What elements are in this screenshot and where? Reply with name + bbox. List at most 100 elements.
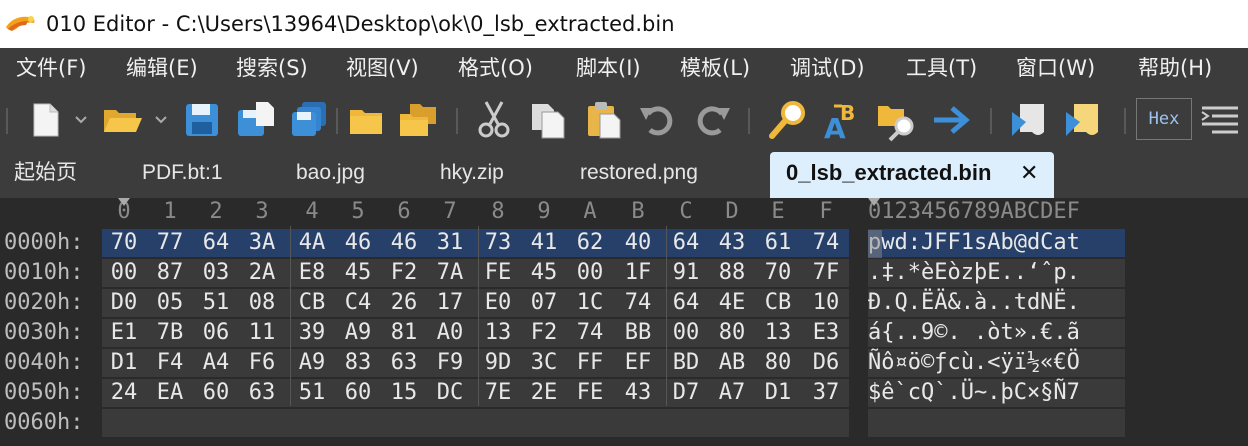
menu-debug[interactable]: 调试(D) — [790, 48, 865, 88]
hex-byte-cell[interactable]: A9 — [292, 348, 332, 378]
hex-byte-cell[interactable]: 60 — [196, 378, 236, 408]
hex-byte-cell[interactable]: 74 — [618, 288, 658, 318]
menu-window[interactable]: 窗口(W) — [1016, 48, 1095, 88]
hex-mode-icon[interactable]: Hex — [1136, 98, 1194, 142]
hex-byte-cell[interactable]: 63 — [384, 348, 424, 378]
hex-byte-cell[interactable]: F2 — [524, 318, 564, 348]
open-folder-icon[interactable] — [344, 98, 388, 142]
hex-byte-cell[interactable]: 51 — [196, 288, 236, 318]
hex-byte-cell[interactable]: 00 — [666, 318, 706, 348]
menu-tools[interactable]: 工具(T) — [906, 48, 977, 88]
hex-byte-cell[interactable]: 83 — [338, 348, 378, 378]
hex-byte-cell[interactable]: E3 — [806, 318, 846, 348]
menu-script[interactable]: 脚本(I) — [576, 48, 641, 88]
hex-byte-cell[interactable]: 13 — [478, 318, 518, 348]
goto-icon[interactable] — [928, 98, 972, 142]
hex-byte-cell[interactable]: FF — [570, 348, 610, 378]
paste-icon[interactable] — [582, 98, 626, 142]
hex-byte-cell[interactable]: 80 — [758, 348, 798, 378]
row-text[interactable]: Ð.Q.ËÄ&.à..tdNË. — [868, 288, 1080, 318]
hex-byte-cell[interactable]: 9D — [478, 348, 518, 378]
hex-byte-cell[interactable]: 45 — [338, 258, 378, 288]
hex-byte-cell[interactable]: 4E — [712, 288, 752, 318]
tab-restored-png[interactable]: restored.png — [580, 152, 698, 198]
save-icon[interactable] — [180, 98, 224, 142]
text-mode-icon[interactable] — [1198, 98, 1242, 142]
hex-byte-cell[interactable]: 08 — [242, 288, 282, 318]
menu-format[interactable]: 格式(O) — [458, 48, 533, 88]
hex-byte-cell[interactable]: 39 — [292, 318, 332, 348]
hex-byte-cell[interactable]: 4A — [292, 228, 332, 258]
hex-byte-cell[interactable]: 40 — [618, 228, 658, 258]
find-icon[interactable] — [766, 98, 810, 142]
hex-byte-cell[interactable]: FE — [570, 378, 610, 408]
hex-byte-cell[interactable]: A4 — [196, 348, 236, 378]
hex-byte-cell[interactable]: AB — [712, 348, 752, 378]
hex-byte-cell[interactable]: BB — [618, 318, 658, 348]
open-workspace-icon[interactable] — [396, 98, 440, 142]
hex-byte-cell[interactable]: 74 — [570, 318, 610, 348]
close-icon[interactable]: ✕ — [1020, 152, 1038, 196]
hex-byte-cell[interactable]: D1 — [758, 378, 798, 408]
hex-editor[interactable]: 0 1 2 3 4 5 6 7 8 9 A B C D E F 0123456789ABCDEF 0000h: 70… — [0, 198, 1248, 446]
hex-byte-cell[interactable]: 91 — [666, 258, 706, 288]
hex-byte-cell[interactable]: 61 — [758, 228, 798, 258]
hex-byte-cell[interactable]: 17 — [430, 288, 470, 318]
hex-byte-cell[interactable]: 77 — [150, 228, 190, 258]
hex-byte-cell[interactable]: 31 — [430, 228, 470, 258]
hex-byte-cell[interactable]: 62 — [570, 228, 610, 258]
hex-byte-cell[interactable]: FE — [478, 258, 518, 288]
hex-byte-cell[interactable]: 26 — [384, 288, 424, 318]
hex-byte-cell[interactable]: 03 — [196, 258, 236, 288]
tab-bao-jpg[interactable]: bao.jpg — [296, 152, 365, 198]
menu-help[interactable]: 帮助(H) — [1138, 48, 1212, 88]
hex-byte-cell[interactable]: 88 — [712, 258, 752, 288]
hex-byte-cell[interactable]: 43 — [618, 378, 658, 408]
hex-byte-cell[interactable]: A0 — [430, 318, 470, 348]
hex-byte-cell[interactable]: 13 — [758, 318, 798, 348]
hex-byte-cell[interactable]: 3C — [524, 348, 564, 378]
hex-byte-cell[interactable]: A9 — [338, 318, 378, 348]
replace-icon[interactable]: AB — [820, 98, 864, 145]
hex-byte-cell[interactable]: D0 — [104, 288, 144, 318]
hex-byte-cell[interactable]: 00 — [570, 258, 610, 288]
open-file-icon[interactable] — [100, 98, 144, 142]
cut-icon[interactable] — [472, 98, 516, 142]
hex-byte-cell[interactable]: CB — [292, 288, 332, 318]
tab-start-page[interactable]: 起始页 — [14, 152, 77, 198]
save-as-icon[interactable] — [234, 98, 278, 142]
hex-byte-cell[interactable]: 80 — [712, 318, 752, 348]
hex-byte-cell[interactable]: 41 — [524, 228, 564, 258]
hex-byte-cell[interactable]: F6 — [242, 348, 282, 378]
row-text[interactable]: á{..9©. .òt».€.ã — [868, 318, 1080, 348]
hex-byte-cell[interactable]: 11 — [242, 318, 282, 348]
tab-pdf-bt[interactable]: PDF.bt:1 — [142, 152, 223, 198]
hex-byte-cell[interactable]: 3A — [242, 228, 282, 258]
hex-byte-cell[interactable]: F2 — [384, 258, 424, 288]
hex-byte-cell[interactable]: 06 — [196, 318, 236, 348]
hex-byte-cell[interactable]: 7A — [430, 258, 470, 288]
menu-view[interactable]: 视图(V) — [346, 48, 419, 88]
row-text[interactable]: $ê`cQ`.Ü~.þC×§Ñ7 — [868, 378, 1080, 408]
new-file-icon[interactable] — [24, 98, 68, 142]
menu-edit[interactable]: 编辑(E) — [126, 48, 198, 88]
tab-active-file[interactable]: 0_lsb_extracted.bin ✕ — [770, 152, 1054, 198]
row-text[interactable]: .‡.*èEòzþE..‘ˆp. — [868, 258, 1080, 288]
hex-byte-cell[interactable]: 46 — [338, 228, 378, 258]
hex-byte-cell[interactable]: 73 — [478, 228, 518, 258]
hex-byte-cell[interactable]: 64 — [666, 288, 706, 318]
hex-byte-cell[interactable]: 2A — [242, 258, 282, 288]
hex-byte-cell[interactable]: 7F — [806, 258, 846, 288]
hex-byte-cell[interactable]: E8 — [292, 258, 332, 288]
run-template-icon[interactable] — [1062, 98, 1106, 142]
save-all-icon[interactable] — [288, 98, 332, 142]
hex-byte-cell[interactable]: 00 — [104, 258, 144, 288]
hex-byte-cell[interactable]: 70 — [758, 258, 798, 288]
hex-byte-cell[interactable]: 7E — [478, 378, 518, 408]
hex-byte-cell[interactable]: 24 — [104, 378, 144, 408]
hex-byte-cell[interactable]: 15 — [384, 378, 424, 408]
hex-byte-cell[interactable]: 7B — [150, 318, 190, 348]
hex-byte-cell[interactable]: F4 — [150, 348, 190, 378]
hex-byte-cell[interactable]: EF — [618, 348, 658, 378]
hex-byte-cell[interactable]: E0 — [478, 288, 518, 318]
